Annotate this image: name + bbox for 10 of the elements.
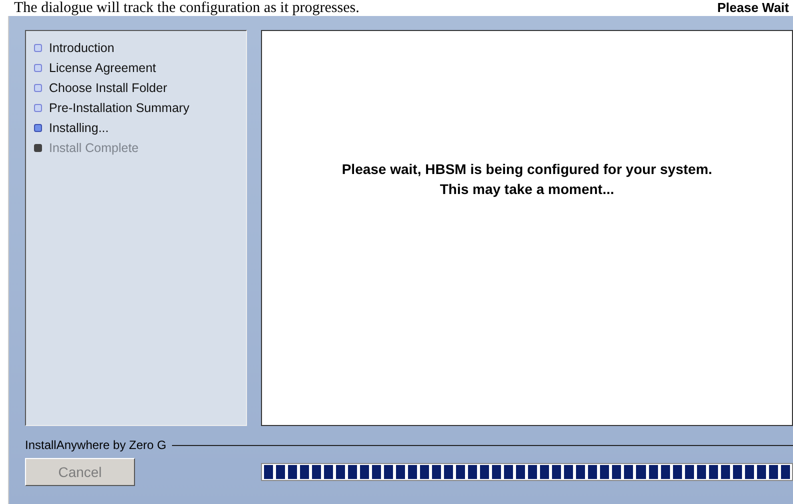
step-label: Pre-Installation Summary [49, 101, 190, 115]
document-text: The dialogue will track the configuration as it progresses. [14, 0, 360, 16]
window-title: Please Wait [717, 0, 789, 16]
status-message: Please wait, HBSM is being configured for your system. This may take a moment... [340, 160, 714, 199]
vendor-label: InstallAnywhere by Zero G [25, 438, 166, 452]
step-label: Choose Install Folder [49, 81, 168, 95]
step-label: Install Complete [49, 141, 139, 155]
step-label: License Agreement [49, 61, 156, 75]
step-label: Installing... [49, 121, 109, 135]
step-label: Introduction [49, 41, 114, 55]
